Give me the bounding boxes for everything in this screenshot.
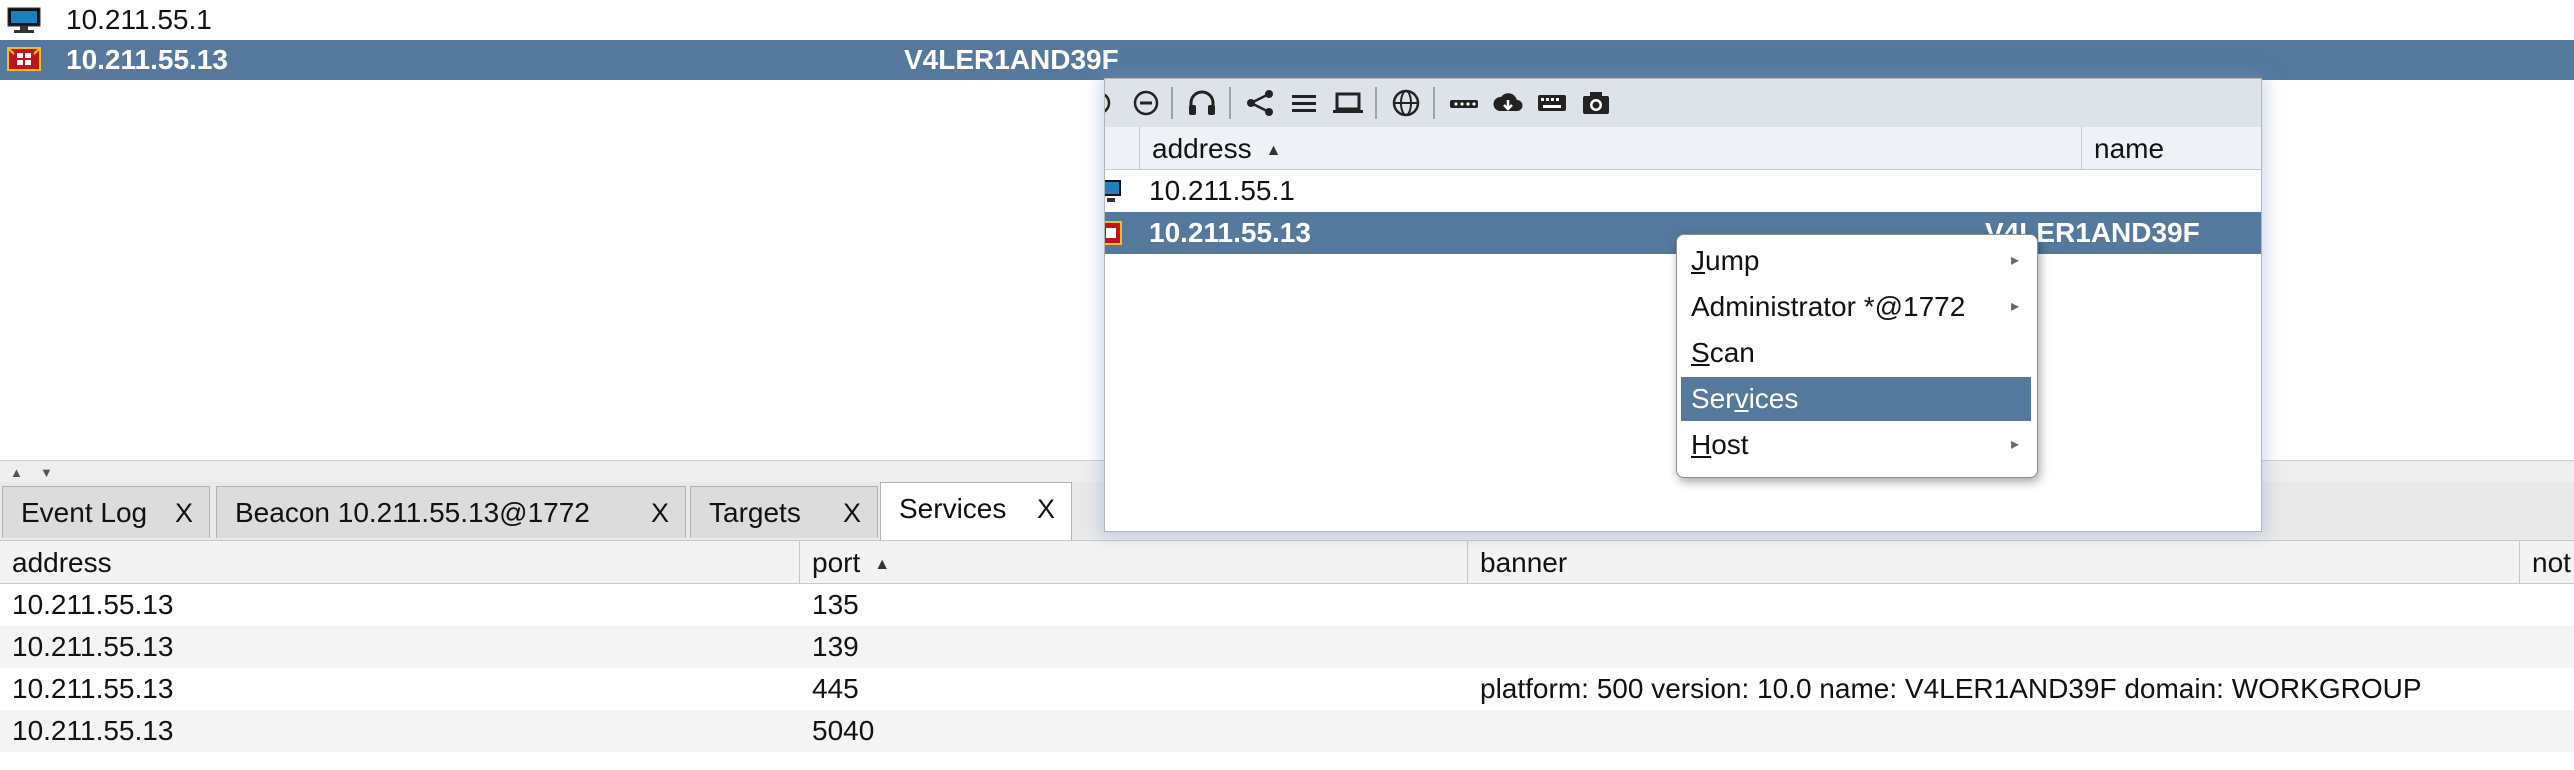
cell-address: 10.211.55.13 xyxy=(12,673,174,704)
table-row[interactable]: 10.211.55.13 5040 xyxy=(0,710,2574,752)
toolbar-separator xyxy=(1171,87,1173,119)
collapse-up-icon[interactable]: ▲ xyxy=(10,465,23,480)
list-icon[interactable] xyxy=(1287,87,1321,119)
globe-icon[interactable] xyxy=(1389,87,1423,119)
column-header-name[interactable]: name xyxy=(2081,127,2261,169)
menu-item-host[interactable]: Host ▸ xyxy=(1681,423,2031,467)
services-table: address port ▲ banner not 10.211.55.13 13… xyxy=(0,540,2574,770)
target-name: V4LER1AND39F xyxy=(904,44,1119,75)
monitor-icon xyxy=(7,7,41,33)
tab-label: Event Log xyxy=(21,497,148,528)
cell-address: 10.211.55.1 xyxy=(1149,175,1295,206)
menu-item-services[interactable]: Services xyxy=(1681,377,2031,421)
menu-item-scan[interactable]: Scan xyxy=(1681,331,2031,375)
column-header-banner[interactable]: banner xyxy=(1468,541,2520,583)
column-label: address xyxy=(1152,133,1252,164)
tab-services[interactable]: Services X xyxy=(880,482,1072,540)
cell-address: 10.211.55.13 xyxy=(12,631,174,662)
tab-beacon[interactable]: Beacon 10.211.55.13@1772 X xyxy=(216,486,686,538)
tab-close-button[interactable]: X xyxy=(175,487,193,539)
toolbar xyxy=(1105,79,2261,128)
cell-port: 5040 xyxy=(812,715,875,746)
sort-ascending-icon: ▲ xyxy=(874,555,891,573)
monitor-icon xyxy=(1105,180,1121,202)
menu-mnemonic: S xyxy=(1691,337,1710,368)
column-label: banner xyxy=(1480,547,1568,578)
collapse-down-icon[interactable]: ▼ xyxy=(40,465,53,480)
table-row[interactable]: 10.211.55.13 135 xyxy=(0,584,2574,626)
cell-address: 10.211.55.13 xyxy=(1149,217,1311,248)
column-header-address[interactable]: address ▲ xyxy=(1139,127,2081,169)
laptop-icon[interactable] xyxy=(1331,87,1365,119)
target-address: 10.211.55.13 xyxy=(66,44,228,75)
toolbar-separator xyxy=(1229,87,1231,119)
target-row[interactable]: 10.211.55.1 xyxy=(0,0,2574,40)
keyboard-icon[interactable] xyxy=(1535,87,1569,119)
target-address: 10.211.55.1 xyxy=(66,4,212,35)
table-row[interactable]: 10.211.55.13 139 xyxy=(0,626,2574,668)
menu-label: Administrator *@1772 xyxy=(1691,291,1966,322)
menu-mnemonic: J xyxy=(1691,245,1705,276)
windows-beacon-icon xyxy=(7,47,41,71)
cell-banner: platform: 500 version: 10.0 name: V4LER1… xyxy=(1480,673,2422,704)
partial-icon[interactable] xyxy=(1105,87,1125,119)
cell-address: 10.211.55.13 xyxy=(12,715,174,746)
menu-mnemonic: v xyxy=(1734,383,1749,414)
column-header-address[interactable]: address xyxy=(0,541,800,583)
menu-label-rest: ost xyxy=(1711,429,1749,460)
column-header-notes[interactable]: not xyxy=(2520,541,2574,583)
column-label: port xyxy=(812,547,861,578)
share-icon[interactable] xyxy=(1243,87,1277,119)
menu-label-start: Ser xyxy=(1691,383,1735,414)
camera-icon[interactable] xyxy=(1579,87,1613,119)
tab-close-button[interactable]: X xyxy=(843,487,861,539)
menu-label-rest: ices xyxy=(1748,383,1799,414)
table-row[interactable]: 10.211.55.13 445 platform: 500 version: … xyxy=(0,668,2574,710)
tab-label: Beacon 10.211.55.13@1772 xyxy=(235,497,590,528)
column-header-port[interactable]: port ▲ xyxy=(800,541,1468,583)
toolbar-separator xyxy=(1375,87,1377,119)
menu-label-rest: ump xyxy=(1705,245,1760,276)
column-label: address xyxy=(12,547,112,578)
table-row[interactable]: 10.211.55.1 xyxy=(1105,170,2261,212)
column-label: not xyxy=(2532,547,2571,578)
sort-ascending-icon: ▲ xyxy=(1265,141,1282,159)
tab-label: Targets xyxy=(709,497,801,528)
table-header: address port ▲ banner not xyxy=(0,540,2574,584)
tab-close-button[interactable]: X xyxy=(651,487,669,539)
minus-circle-icon[interactable] xyxy=(1129,87,1163,119)
menu-item-jump[interactable]: Jump ▸ xyxy=(1681,239,2031,283)
headphones-icon[interactable] xyxy=(1185,87,1219,119)
context-menu: Jump ▸ Administrator *@1772 ▸ Scan Servi… xyxy=(1676,234,2038,478)
tab-event-log[interactable]: Event Log X xyxy=(2,486,210,538)
submenu-arrow-icon: ▸ xyxy=(2010,436,2019,453)
cloud-download-icon[interactable] xyxy=(1491,87,1525,119)
cell-address: 10.211.55.13 xyxy=(12,589,174,620)
submenu-arrow-icon: ▸ xyxy=(2010,252,2019,269)
cell-port: 445 xyxy=(812,673,859,704)
submenu-arrow-icon: ▸ xyxy=(2010,298,2019,315)
cell-port: 135 xyxy=(812,589,859,620)
tab-label: Services xyxy=(899,493,1007,524)
menu-mnemonic: H xyxy=(1691,429,1712,460)
tab-targets[interactable]: Targets X xyxy=(690,486,878,538)
dots-icon[interactable] xyxy=(1447,87,1481,119)
tab-close-button[interactable]: X xyxy=(1037,483,1055,535)
toolbar-separator xyxy=(1433,87,1435,119)
windows-beacon-icon xyxy=(1105,221,1122,245)
table-header: address ▲ name xyxy=(1105,127,2261,170)
cell-port: 139 xyxy=(812,631,859,662)
target-row-selected[interactable]: 10.211.55.13 V4LER1AND39F xyxy=(0,40,2574,80)
menu-label-rest: can xyxy=(1709,337,1755,368)
menu-item-administrator[interactable]: Administrator *@1772 ▸ xyxy=(1681,285,2031,329)
column-label: name xyxy=(2094,133,2165,164)
